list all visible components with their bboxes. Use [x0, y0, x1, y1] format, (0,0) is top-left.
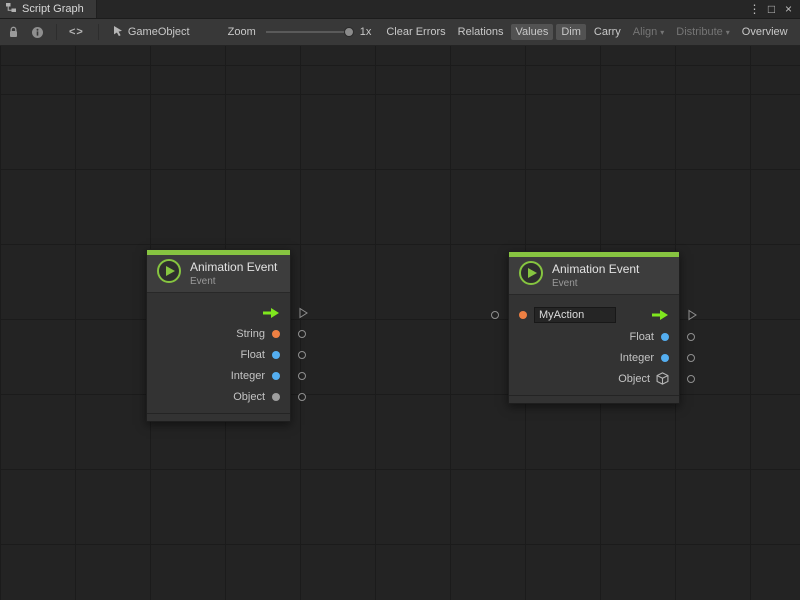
node-body: String Float Integer Object [147, 293, 290, 413]
dim-button[interactable]: Dim [556, 24, 586, 40]
maximize-icon[interactable]: □ [764, 2, 779, 16]
object-output-port[interactable] [298, 393, 306, 401]
animation-event-node-right[interactable]: Animation Event Event Float [508, 251, 680, 404]
node-footer [147, 413, 290, 421]
flow-output-port[interactable] [299, 307, 308, 318]
close-icon[interactable]: × [781, 2, 796, 16]
window-menu-icon[interactable]: ⋮ [747, 2, 762, 16]
event-play-icon [518, 260, 544, 291]
values-button[interactable]: Values [511, 24, 554, 40]
toolbar-separator [98, 24, 99, 40]
port-row-string: String [147, 323, 290, 344]
float-type-dot [661, 333, 669, 341]
distribute-label: Distribute [676, 26, 722, 38]
relations-button[interactable]: Relations [453, 24, 509, 40]
string-output-port[interactable] [298, 330, 306, 338]
overview-button[interactable]: Overview [737, 24, 793, 40]
event-play-icon [156, 258, 182, 289]
info-icon[interactable] [31, 26, 44, 39]
clear-errors-button[interactable]: Clear Errors [381, 24, 450, 40]
port-row-object: Object [147, 386, 290, 407]
window-controls: ⋮ □ × [747, 0, 800, 18]
port-label: Integer [620, 352, 654, 364]
object-output-port[interactable] [687, 375, 695, 383]
action-input-row [509, 304, 679, 326]
node-header[interactable]: Animation Event Event [509, 257, 679, 295]
float-type-dot [272, 351, 280, 359]
integer-type-dot [661, 354, 669, 362]
chevron-down-icon: ▾ [726, 28, 730, 37]
title-bar: Script Graph ⋮ □ × [0, 0, 800, 19]
animation-event-node-left[interactable]: Animation Event Event String Float [146, 249, 291, 422]
chevron-down-icon: ▾ [660, 28, 664, 37]
flow-arrow-icon [651, 309, 669, 321]
node-subtitle: Event [190, 276, 277, 287]
carry-button[interactable]: Carry [589, 24, 626, 40]
code-icon[interactable]: <> [69, 26, 84, 38]
action-name-input[interactable] [534, 307, 616, 323]
port-label: Float [241, 349, 265, 361]
action-name-type-dot [519, 311, 527, 319]
gameobject-target[interactable]: GameObject [113, 25, 190, 40]
flow-output-port[interactable] [688, 310, 697, 321]
port-row-integer: Integer [509, 347, 679, 368]
graph-icon [5, 2, 17, 16]
string-type-dot [272, 330, 280, 338]
port-row-float: Float [147, 344, 290, 365]
port-label: Integer [231, 370, 265, 382]
zoom-slider[interactable] [266, 26, 354, 38]
port-label: Float [630, 331, 654, 343]
graph-toolbar: <> GameObject Zoom 1x Clear Errors Relat… [0, 19, 800, 46]
node-title: Animation Event [552, 262, 639, 276]
graph-canvas[interactable]: Animation Event Event String Float [0, 46, 800, 600]
port-label: String [236, 328, 265, 340]
flow-output-row [147, 302, 290, 323]
toolbar-separator [56, 24, 57, 40]
object-type-dot [272, 393, 280, 401]
action-name-input-port[interactable] [491, 311, 499, 319]
integer-output-port[interactable] [687, 354, 695, 362]
float-output-port[interactable] [298, 351, 306, 359]
lock-icon[interactable] [8, 26, 19, 39]
port-label: Object [618, 373, 650, 385]
zoom-slider-handle[interactable] [344, 27, 354, 37]
port-row-float: Float [509, 326, 679, 347]
gameobject-label: GameObject [128, 26, 190, 38]
port-row-object: Object [509, 368, 679, 389]
align-button[interactable]: Align▾ [628, 24, 669, 40]
flow-arrow-icon [262, 307, 280, 319]
cube-icon [656, 372, 669, 385]
align-label: Align [633, 26, 657, 38]
node-header[interactable]: Animation Event Event [147, 255, 290, 293]
zoom-label: Zoom [228, 26, 256, 38]
zoom-slider-track [266, 31, 354, 33]
zoom-value: 1x [360, 26, 372, 38]
script-graph-tab[interactable]: Script Graph [0, 0, 97, 18]
integer-output-port[interactable] [298, 372, 306, 380]
tab-title: Script Graph [22, 3, 84, 15]
node-title: Animation Event [190, 260, 277, 274]
gameobject-icon [113, 25, 124, 40]
integer-type-dot [272, 372, 280, 380]
port-label: Object [233, 391, 265, 403]
port-row-integer: Integer [147, 365, 290, 386]
node-body: Float Integer Object [509, 295, 679, 395]
distribute-button[interactable]: Distribute ▾ [671, 24, 734, 40]
float-output-port[interactable] [687, 333, 695, 341]
node-footer [509, 395, 679, 403]
node-subtitle: Event [552, 278, 639, 289]
